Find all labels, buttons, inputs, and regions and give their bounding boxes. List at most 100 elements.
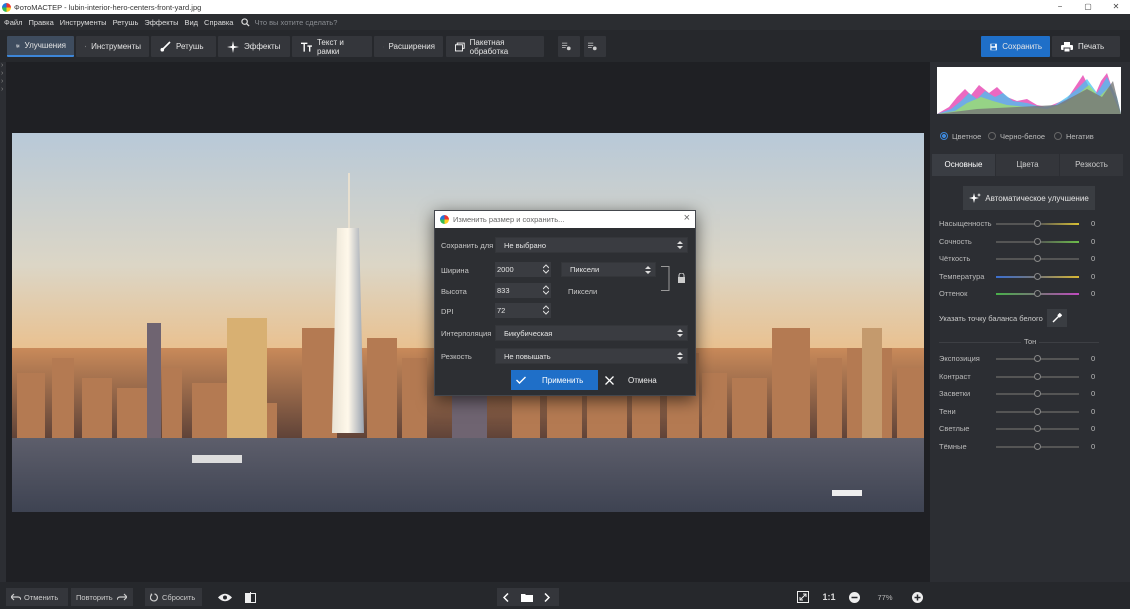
slider-row: Сочность 0 [939,236,1099,248]
mode-label: Цветное [952,131,982,141]
dpi-input[interactable]: 72 [495,303,551,318]
reset-label: Сбросить [162,592,196,602]
reset-button[interactable]: Сбросить [145,588,202,606]
slider-track[interactable] [996,443,1079,450]
tab-batch-processing[interactable]: Пакетная обработка [446,36,544,57]
slider-track[interactable] [996,237,1079,245]
tab-tools[interactable]: Инструменты [76,36,149,57]
slider-track[interactable] [996,390,1079,398]
mode-negative-radio[interactable]: Негатив [1054,130,1094,142]
spinner-arrows-icon[interactable] [543,305,549,315]
menu-search[interactable]: Что вы хотите сделать? [241,18,337,27]
mode-color-radio[interactable]: Цветное [940,130,981,142]
menu-edit[interactable]: Правка [28,18,53,27]
cancel-button[interactable]: Отмена [600,370,690,390]
close-button[interactable]: ✕ [1102,0,1130,14]
eyedropper-button[interactable] [1047,309,1067,327]
slider-knob[interactable] [1033,390,1041,398]
tab-label: Эффекты [244,42,281,51]
spinner-arrows-icon[interactable] [543,285,549,295]
save-button[interactable]: Сохранить [981,36,1050,57]
slider-value: 0 [1091,219,1096,228]
tone-divider [939,342,1099,343]
mode-bw-radio[interactable]: Черно-белое [988,130,1045,142]
sharpness-select[interactable]: Не повышать [495,348,688,364]
tab-text-frames[interactable]: Текст и рамки [292,36,372,57]
redo-button[interactable]: Повторить [71,588,133,606]
slider-knob[interactable] [1033,372,1041,380]
auto-enhance-button[interactable]: Автоматическое улучшение [963,186,1095,210]
printer-icon [1061,41,1073,52]
maximize-button[interactable]: ▢ [1074,0,1102,14]
compare-button[interactable] [241,588,259,606]
unit-select[interactable]: Пиксели [561,262,656,277]
slider-value: 0 [1091,271,1096,281]
slider-knob[interactable] [1033,290,1041,298]
dialog-close-icon[interactable]: × [684,212,690,224]
history-add-button[interactable] [558,36,580,57]
window-title: ФотоМАСТЕР - lubin-interior-hero-centers… [14,2,202,12]
slider-knob[interactable] [1033,272,1041,280]
slider-label: Температура [939,271,985,281]
menu-retouch[interactable]: Ретушь [113,18,139,27]
menu-file[interactable]: Файл [4,18,22,27]
height-input[interactable]: 833 [495,283,551,298]
tab-retouch[interactable]: Ретушь [151,36,216,57]
slider-label: Светлые [939,424,970,434]
menu-view[interactable]: Вид [184,18,198,27]
actual-size-button[interactable]: 1:1 [820,588,838,606]
compare-icon [244,591,256,603]
slider-track[interactable] [996,220,1079,227]
slider-knob[interactable] [1033,407,1041,415]
unit-value: Пиксели [570,265,600,274]
slider-row: Экспозиция 0 [939,353,1099,365]
fit-to-screen-button[interactable] [794,588,812,606]
zoom-out-button[interactable] [845,588,863,606]
tab-enhancements[interactable]: Улучшения [7,36,74,57]
slider-knob[interactable] [1033,425,1041,433]
slider-knob[interactable] [1033,355,1041,362]
chevron-right-icon[interactable] [544,592,550,602]
apply-button[interactable]: Применить [511,370,598,390]
tab-extensions[interactable]: Расширения [374,36,443,57]
menu-tools[interactable]: Инструменты [60,18,107,27]
tab-colors[interactable]: Цвета [996,154,1059,176]
width-input[interactable]: 2000 [495,262,551,277]
slider-track[interactable] [996,290,1079,298]
preview-toggle-button[interactable] [216,588,234,606]
chevron-left-icon[interactable] [503,592,509,602]
slider-row: Насыщенность 0 [939,218,1099,230]
tab-effects[interactable]: Эффекты [218,36,290,57]
interpolation-select[interactable]: Бикубическая [495,325,688,341]
slider-track[interactable] [996,355,1079,362]
zoom-in-button[interactable] [908,588,926,606]
minimize-button[interactable]: − [1046,0,1074,14]
slider-value: 0 [1091,371,1096,381]
folder-icon[interactable] [520,593,533,602]
slider-knob[interactable] [1033,443,1041,450]
menu-effects[interactable]: Эффекты [144,18,178,27]
undo-button[interactable]: Отменить [6,588,68,606]
resize-save-dialog: Изменить размер и сохранить... × Сохрани… [434,210,696,396]
file-navigator [497,588,559,606]
slider-track[interactable] [996,272,1079,280]
slider-track[interactable] [996,372,1079,380]
slider-row: Светлые 0 [939,423,1099,435]
zoom-value[interactable]: 77% [871,588,899,606]
slider-track[interactable] [996,407,1079,415]
tab-basic[interactable]: Основные [932,154,995,176]
history-remove-button[interactable] [584,36,606,57]
slider-knob[interactable] [1033,237,1041,245]
slider-row: Тени 0 [939,406,1099,418]
slider-knob[interactable] [1033,255,1041,263]
spinner-arrows-icon[interactable] [543,264,549,274]
slider-track[interactable] [996,255,1079,263]
menu-help[interactable]: Справка [204,18,233,27]
search-icon [241,17,251,27]
print-button[interactable]: Печать [1052,36,1120,57]
save-for-select[interactable]: Не выбрано [495,237,688,253]
slider-knob[interactable] [1033,220,1041,227]
slider-track[interactable] [996,425,1079,433]
tab-sharpness[interactable]: Резкость [1060,154,1123,176]
lock-icon[interactable] [677,273,686,283]
